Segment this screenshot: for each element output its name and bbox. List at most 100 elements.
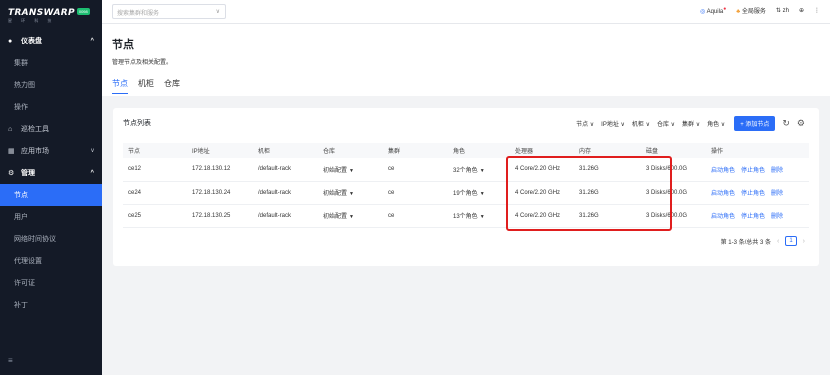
user-icon: ◎ [699,9,706,15]
filter-cluster[interactable]: 集群 ∨ [682,119,700,128]
sidebar-item-0[interactable]: ● 仪表盘 ^ [0,30,102,52]
filter-node[interactable]: 节点 ∨ [576,119,594,128]
globe-icon[interactable]: ⊕ [799,7,804,14]
ip-cell: 172.18.130.12 [187,158,253,182]
sidebar-item-label: 网络时间协议 [14,236,56,243]
sidebar-item-icon: ⚙ [8,170,15,177]
delete-link[interactable]: 删除 [771,191,783,197]
delete-link[interactable]: 删除 [771,214,783,220]
table-row: ce24 172.18.130.24/default-rack 初始配置 ▼ ce 19个… [123,181,809,205]
roles-cell[interactable]: 32个角色 ▼ [448,158,510,182]
global-services-button[interactable]: ♣ 全局服务 [736,6,766,15]
repo-cell[interactable]: 初始配置 ▼ [318,181,383,205]
start-role-link[interactable]: 启动角色 [711,214,735,220]
sidebar-item-icon: ⌂ [8,125,13,133]
repo-cell[interactable]: 初始配置 ▼ [318,204,383,228]
actions-cell: 启动角色 停止角色 删除 [706,181,809,205]
settings-icon[interactable]: ⚙ [797,118,805,129]
next-page-icon[interactable]: › [803,238,805,245]
mem-cell: 31.26G [574,158,641,182]
prev-page-icon[interactable]: ‹ [777,238,779,245]
tab-nodes[interactable]: 节点 [112,78,128,94]
sidebar-item-label: 应用市场 [21,148,49,155]
filter-node-label: 节点 [576,122,589,128]
sidebar-item-label: 仪表盘 [21,38,42,45]
stop-role-link[interactable]: 停止角色 [741,214,765,220]
sidebar-item-9[interactable]: 网络时间协议 [0,228,102,250]
filter-rack[interactable]: 机柜 ∨ [632,119,650,128]
cluster-cell: ce [383,181,448,205]
sidebar-item-label: 补丁 [14,302,28,309]
delete-link[interactable]: 删除 [771,168,783,174]
sidebar-item-6[interactable]: ⚙ 管理 ^ [0,162,102,184]
sidebar-item-8[interactable]: 用户 [0,206,102,228]
cpu-cell-text: 4 Core/2.20 GHz [515,166,561,173]
roles-cell[interactable]: 19个角色 ▼ [448,181,510,205]
disk-cell: 3 Disks/600.0G [641,158,706,182]
sidebar-item-11[interactable]: 许可证 [0,272,102,294]
sidebar-item-label: 热力图 [14,82,35,89]
mem-cell: 31.26G [574,181,641,205]
cpu-cell: 4 Core/2.20 GHz [510,181,574,205]
start-role-link[interactable]: 启动角色 [711,191,735,197]
sidebar-item-1[interactable]: 集群 [0,52,102,74]
start-role-link[interactable]: 启动角色 [711,168,735,174]
stop-role-link[interactable]: 停止角色 [741,191,765,197]
chevron-icon: ^ [90,170,94,176]
sidebar-item-icon: ● [8,37,13,45]
logo-subtitle: 星 环 科 技 [8,18,56,23]
disk-cell: 3 Disks/600.0G [641,204,706,228]
filter-repo[interactable]: 仓库 ∨ [657,119,675,128]
col-mem: 内存 [574,143,641,158]
sidebar-item-3[interactable]: 操作 [0,96,102,118]
filter-ip[interactable]: IP地址 ∨ [601,119,625,128]
notification-dot-icon: ● [723,6,727,12]
sidebar-item-12[interactable]: 补丁 [0,294,102,316]
mem-cell: 31.26G [574,204,641,228]
caret-down-icon: ▼ [349,167,354,174]
rack-cell: /default-rack [253,158,318,182]
mem-cell-text: 31.26G [579,189,599,196]
roles-cell[interactable]: 13个角色 ▼ [448,204,510,228]
mem-cell-text: 31.26G [579,166,599,173]
chevron-icon: ^ [90,38,94,44]
sidebar-item-10[interactable]: 代理设置 [0,250,102,272]
sidebar-item-7[interactable]: 节点 [0,184,102,206]
global-services-label: 全局服务 [741,9,766,15]
repo-cell-text: 初始配置 [323,167,348,174]
caret-down-icon: ▼ [349,191,354,197]
repo-cell-text: 初始配置 [323,191,348,197]
filter-role[interactable]: 角色 ∨ [707,119,725,128]
user-menu[interactable]: ◎ Aquila● [700,6,726,15]
filter-role-label: 角色 [707,122,720,128]
table-row: ce12 172.18.130.12/default-rack 初始配置 ▼ ce 32个… [123,158,809,182]
roles-cell-text: 13个角色 [453,214,478,220]
menu-collapse-icon[interactable]: ≡ [8,356,13,365]
caret-down-icon: ▼ [479,214,485,220]
sidebar-item-5[interactable]: ▦ 应用市场 v [0,140,102,162]
refresh-icon[interactable]: ↻ [782,118,790,129]
add-node-button[interactable]: + 添加节点 [734,116,776,131]
node-cell: ce24 [123,181,187,205]
tab-racks[interactable]: 机柜 [138,78,154,94]
sidebar-item-4[interactable]: ⌂ 巡检工具 [0,118,102,140]
tab-repos[interactable]: 仓库 [164,78,180,94]
language-switch[interactable]: ⇅ zh [776,7,789,14]
disk-cell-text: 3 Disks/600.0G [646,166,688,173]
sidebar-item-label: 管理 [21,170,35,177]
col-cpu: 处理器 [510,143,574,158]
repo-cell[interactable]: 初始配置 ▼ [318,158,383,182]
logo-text: TRANSWARP [8,8,75,18]
cpu-cell-text: 4 Core/2.20 GHz [515,189,561,196]
more-icon[interactable]: ⋮ [814,7,820,14]
stop-role-link[interactable]: 停止角色 [741,168,765,174]
sidebar-item-2[interactable]: 热力图 [0,74,102,96]
filter-ip-label: IP地址 [601,122,619,128]
sidebar-item-label: 代理设置 [14,258,42,265]
page-title: 节点 [112,39,134,51]
col-cluster: 集群 [383,143,448,158]
search-input[interactable]: 搜索集群和服务 ∨ [112,4,226,19]
cluster-cell-text: ce [388,166,395,173]
page-current[interactable]: 1 [785,236,797,246]
rack-cell-text: /default-rack [258,189,292,196]
